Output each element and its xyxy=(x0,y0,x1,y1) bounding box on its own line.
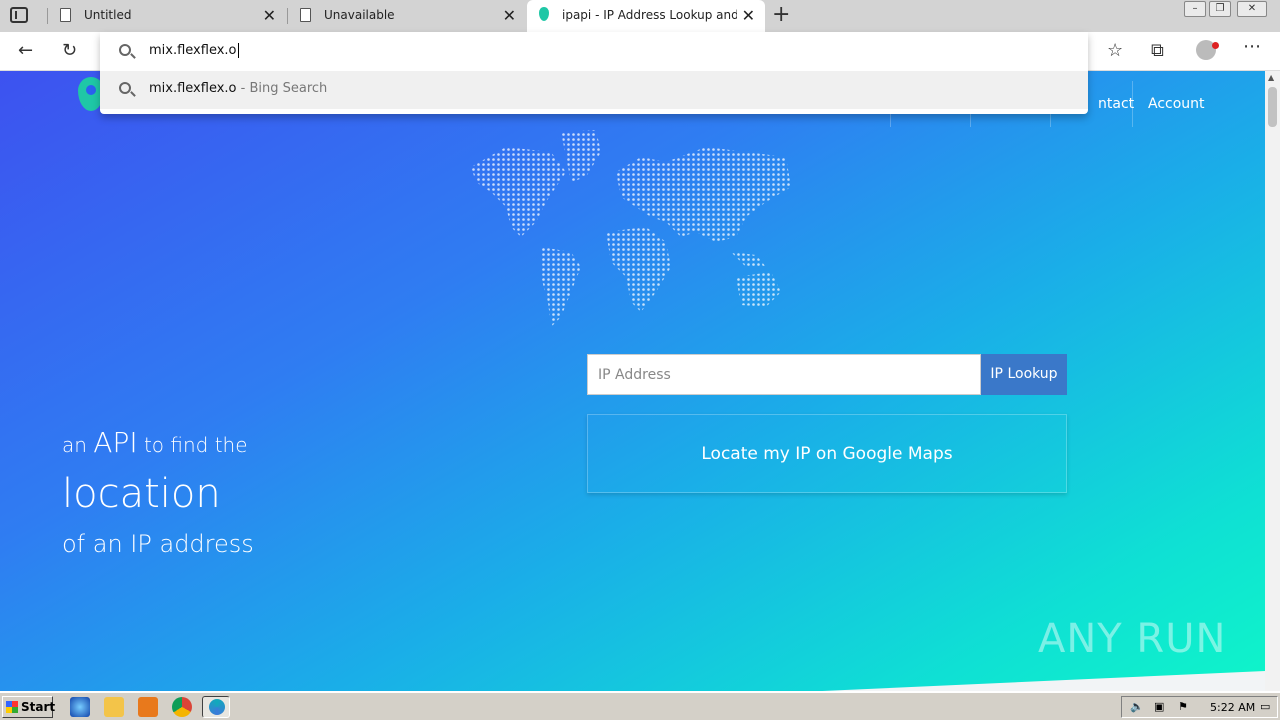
close-icon[interactable]: ✕ xyxy=(263,6,276,25)
flag-icon[interactable]: ⚑ xyxy=(1178,700,1188,713)
ip-address-input[interactable]: IP Address xyxy=(587,354,981,395)
close-window-icon[interactable]: ✕ xyxy=(1237,1,1267,17)
restore-icon[interactable]: ❐ xyxy=(1209,1,1231,17)
minimize-icon[interactable]: – xyxy=(1184,1,1206,17)
tagline-post: to find the xyxy=(143,433,248,457)
back-icon[interactable]: ← xyxy=(18,40,33,61)
page-scrollbar[interactable]: ▲ xyxy=(1265,71,1280,691)
page-icon xyxy=(60,8,71,22)
taskbar: Start 🔈 ▣ ⚑ 5:22 AM ▭ xyxy=(0,692,1280,720)
tagline-location: location xyxy=(62,471,221,517)
tab-actions-icon[interactable] xyxy=(10,7,28,23)
address-input[interactable]: mix.flexflex.o xyxy=(149,43,239,58)
tagline-line3: of an IP address xyxy=(62,530,254,558)
address-dropdown: mix.flexflex.o mix.flexflex.o - Bing Sea… xyxy=(100,32,1088,114)
clock: 5:22 AM xyxy=(1210,701,1256,714)
volume-icon[interactable]: 🔈 xyxy=(1130,700,1144,713)
search-icon xyxy=(119,44,131,56)
world-map-icon xyxy=(471,130,791,327)
scroll-thumb[interactable] xyxy=(1268,87,1277,127)
notification-dot xyxy=(1212,42,1219,49)
suggestion-text: mix.flexflex.o - Bing Search xyxy=(149,81,327,96)
tagline-line1: an API to find the xyxy=(62,426,248,459)
suggestion-source: - Bing Search xyxy=(236,81,328,96)
edge-icon xyxy=(209,699,225,715)
scroll-up-icon[interactable]: ▲ xyxy=(1268,73,1274,82)
collections-icon[interactable]: ⧉ xyxy=(1151,40,1164,61)
start-button[interactable]: Start xyxy=(2,696,55,718)
locate-on-maps-button[interactable]: Locate my IP on Google Maps xyxy=(587,414,1067,493)
favorites-icon[interactable]: ☆ xyxy=(1107,40,1123,61)
tab-untitled[interactable]: Untitled ✕ xyxy=(48,0,286,32)
tab-title: Unavailable xyxy=(324,8,395,22)
close-icon[interactable]: ✕ xyxy=(503,6,516,25)
suggestion-query: mix.flexflex.o xyxy=(149,81,237,96)
show-desktop-icon[interactable]: ▭ xyxy=(1260,700,1270,713)
suggestion-item[interactable]: mix.flexflex.o - Bing Search xyxy=(100,71,1088,109)
tab-unavailable[interactable]: Unavailable ✕ xyxy=(288,0,526,32)
tagline-pre: an xyxy=(62,433,87,457)
nav-divider xyxy=(1132,81,1133,127)
tab-title: Untitled xyxy=(84,8,132,22)
tagline-api: API xyxy=(93,426,138,459)
close-icon[interactable]: ✕ xyxy=(742,6,755,25)
refresh-icon[interactable]: ↻ xyxy=(62,40,77,61)
text-caret xyxy=(237,43,239,58)
ip-lookup-button[interactable]: IP Lookup xyxy=(981,354,1067,395)
tab-title: ipapi - IP Address Lookup and Ge xyxy=(562,8,737,22)
media-player-icon[interactable] xyxy=(138,697,158,717)
ie-icon[interactable] xyxy=(70,697,90,717)
page-icon xyxy=(300,8,311,22)
more-options-icon[interactable]: ⋯ xyxy=(1243,36,1261,57)
ipapi-favicon-icon xyxy=(539,7,549,21)
nav-account[interactable]: Account xyxy=(1148,96,1205,112)
webpage: ntact Account an API to find the locatio… xyxy=(0,71,1265,691)
nav-contact[interactable]: ntact xyxy=(1098,96,1134,112)
address-bar[interactable]: mix.flexflex.o xyxy=(100,32,1088,71)
network-icon[interactable]: ▣ xyxy=(1154,700,1164,713)
tab-strip: Untitled ✕ Unavailable ✕ ipapi - IP Addr… xyxy=(0,0,1280,32)
address-input-value: mix.flexflex.o xyxy=(149,43,237,58)
folder-icon[interactable] xyxy=(104,697,124,717)
tab-ipapi[interactable]: ipapi - IP Address Lookup and Ge ✕ xyxy=(527,0,765,32)
search-icon xyxy=(119,82,131,94)
edge-taskbar-button[interactable] xyxy=(202,696,230,718)
new-tab-icon[interactable]: + xyxy=(772,2,790,27)
anyrun-watermark: ANY RUN xyxy=(1038,616,1227,662)
profile-avatar[interactable] xyxy=(1196,40,1219,60)
chrome-icon[interactable] xyxy=(172,697,192,717)
system-tray: 🔈 ▣ ⚑ 5:22 AM ▭ xyxy=(1121,696,1278,718)
